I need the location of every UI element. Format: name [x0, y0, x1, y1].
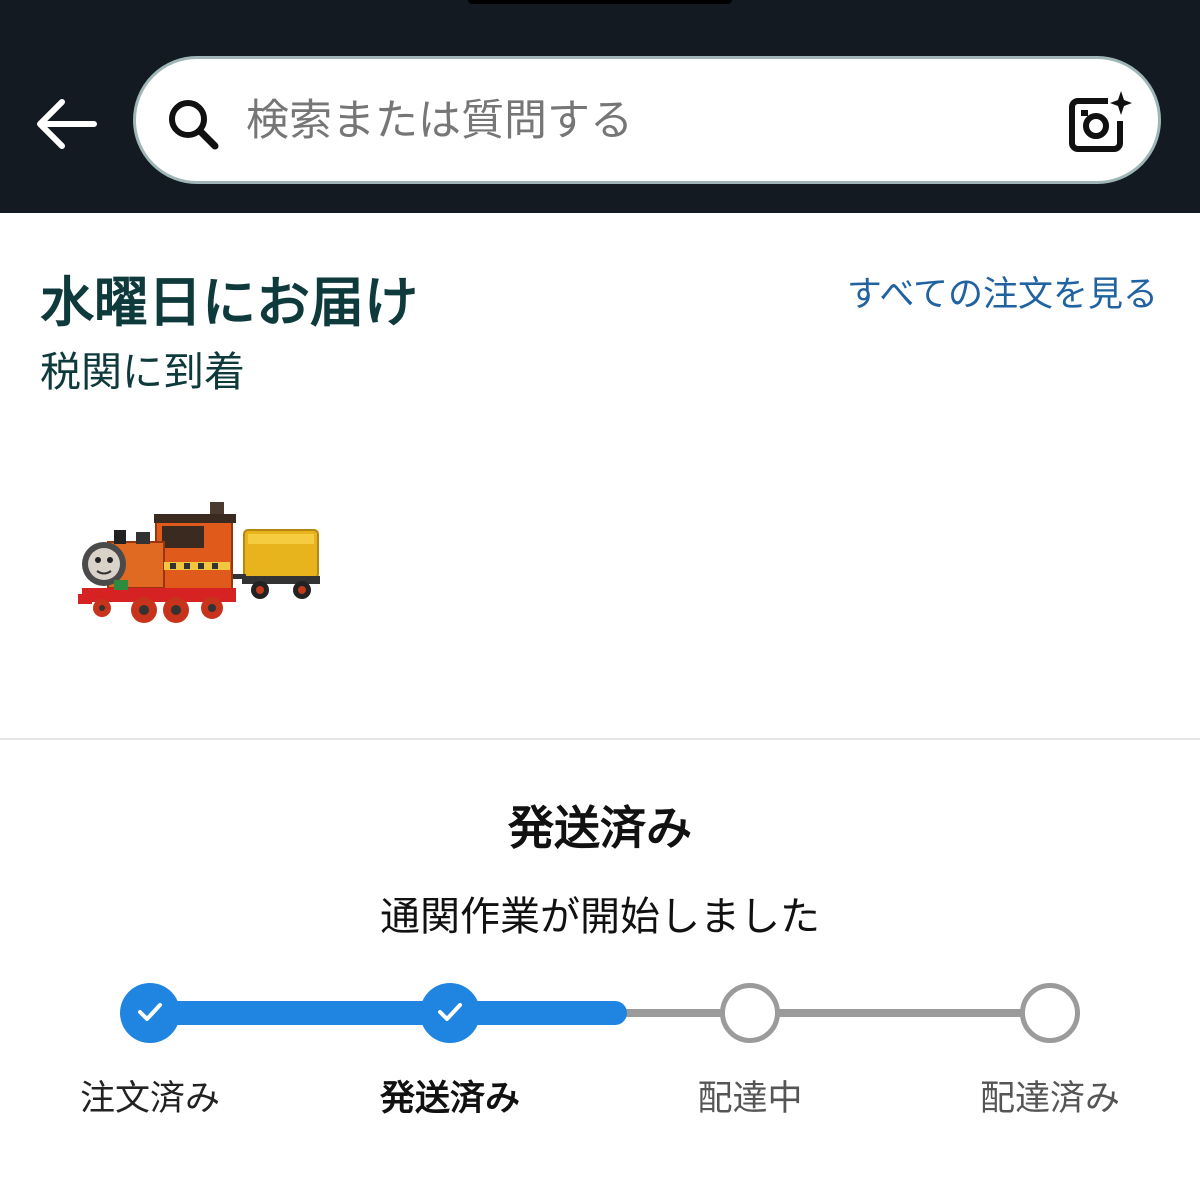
step-marker-ordered — [120, 983, 180, 1043]
step-marker-delivered — [1020, 983, 1080, 1043]
checkmark-icon — [438, 1003, 462, 1021]
checkmark-icon — [138, 1003, 162, 1021]
shipment-status-description: 通関作業が開始しました — [380, 894, 820, 940]
top-bar — [0, 0, 1200, 213]
search-bar[interactable] — [133, 56, 1161, 184]
product-image-toy-train[interactable] — [74, 500, 324, 640]
delivery-headline: 水曜日にお届け — [40, 271, 418, 334]
toy-train-image — [78, 502, 320, 623]
progress-fill — [150, 1001, 627, 1025]
step-marker-in-transit — [720, 983, 780, 1043]
search-input[interactable] — [246, 89, 1046, 153]
step-marker-shipped — [420, 983, 480, 1043]
step-label-ordered: 注文済み — [79, 1079, 220, 1119]
device-notch — [468, 0, 732, 4]
step-label-delivered: 配達済み — [979, 1079, 1120, 1119]
search-icon — [169, 100, 219, 150]
delivery-status-subline: 税関に到着 — [40, 348, 245, 396]
step-label-shipped: 発送済み — [379, 1079, 520, 1119]
section-divider — [0, 738, 1200, 740]
step-label-in-transit: 配達中 — [697, 1079, 803, 1119]
back-arrow-icon — [37, 99, 97, 149]
camera-sparkle-icon[interactable] — [1066, 89, 1132, 155]
shipment-status-title: 発送済み — [508, 801, 692, 855]
back-button[interactable] — [34, 96, 98, 152]
view-all-orders-link[interactable]: すべての注文を見る — [840, 268, 1158, 322]
